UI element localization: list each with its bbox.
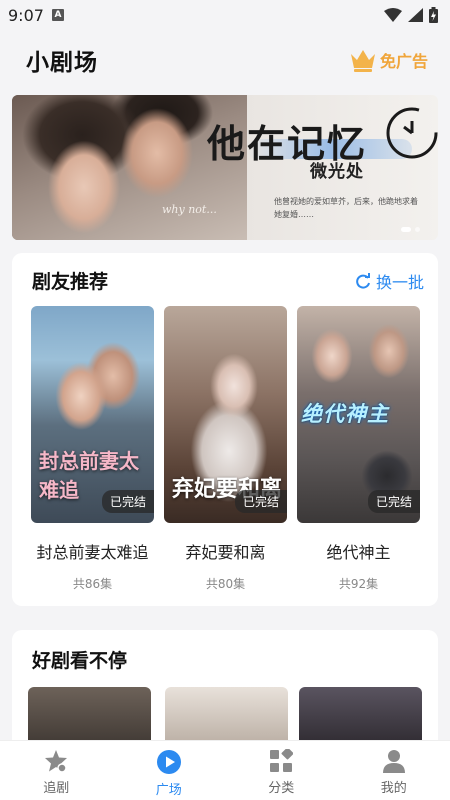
drama-poster[interactable] (299, 687, 422, 747)
featured-banner[interactable]: 他在记忆 微光处 why not... 他曾视她的爱如草芥，后来，他跪地求着她复… (12, 95, 438, 240)
drama-name: 封总前妻太难追 (36, 543, 149, 562)
person-icon (382, 750, 405, 773)
banner-pagination (401, 227, 420, 232)
header: 小剧场 免广告 (0, 36, 450, 84)
drama-item[interactable]: 绝代神主 已完结 绝代神主 共92集 (297, 306, 420, 592)
wifi-icon (384, 8, 402, 22)
clock-icon (386, 107, 438, 159)
refresh-button[interactable]: 换一批 (355, 269, 424, 293)
drama-episodes: 共92集 (338, 577, 379, 591)
battery-icon (429, 7, 438, 23)
signal-icon (408, 8, 423, 22)
nav-item-category[interactable]: 分类 (225, 741, 338, 800)
crown-icon (350, 50, 375, 72)
category-icon (270, 749, 294, 772)
ad-free-button[interactable]: 免广告 (349, 48, 428, 72)
status-badge: 已完结 (101, 490, 154, 513)
nav-label: 追剧 (43, 781, 70, 796)
banner-script-text: why not... (162, 203, 217, 216)
drama-poster[interactable] (165, 687, 288, 747)
drama-episodes: 共86集 (72, 577, 113, 591)
drama-poster: 封总前妻太难追 已完结 (31, 306, 154, 523)
banner-dot (401, 227, 411, 232)
play-icon (156, 750, 181, 774)
refresh-label: 换一批 (375, 273, 424, 292)
star-icon (45, 750, 68, 773)
nav-item-mine[interactable]: 我的 (338, 741, 450, 800)
banner-caption: 他曾视她的爱如草芥，后来，他跪地求着她复婚…… (274, 197, 418, 219)
refresh-icon (356, 273, 370, 289)
ad-free-label: 免广告 (379, 52, 428, 71)
nav-label: 我的 (380, 781, 407, 796)
banner-dot (415, 227, 420, 232)
recommend-title: 剧友推荐 (32, 271, 109, 293)
poster-title: 绝代神主 (301, 401, 389, 426)
nav-label: 广场 (155, 783, 182, 798)
banner-subtitle: 微光处 (310, 162, 364, 182)
status-time: 9:07 (8, 5, 44, 25)
drama-poster[interactable] (28, 687, 151, 747)
drama-poster: 绝代神主 已完结 (297, 306, 420, 523)
drama-episodes: 共80集 (205, 577, 246, 591)
nav-item-follow[interactable]: 追剧 (0, 741, 113, 800)
nav-label: 分类 (268, 781, 295, 796)
drama-name: 弃妃要和离 (185, 543, 266, 562)
bottom-nav: 追剧 广场 分类 我的 (0, 740, 450, 800)
status-icons (384, 7, 438, 23)
binge-title: 好剧看不停 (32, 650, 128, 672)
drama-poster: 弃妃要和离 已完结 (164, 306, 287, 523)
nav-item-plaza[interactable]: 广场 (113, 741, 226, 800)
page-title: 小剧场 (26, 50, 98, 76)
drama-item[interactable]: 弃妃要和离 已完结 弃妃要和离 共80集 (164, 306, 287, 592)
notification-icon: A (51, 9, 64, 21)
drama-item[interactable]: 封总前妻太难追 已完结 封总前妻太难追 共86集 (31, 306, 154, 592)
status-badge: 已完结 (367, 490, 420, 513)
status-badge: 已完结 (234, 490, 287, 513)
recommend-section: 剧友推荐 换一批 封总前妻太难追 已完结 封总前妻太难追 共86集 弃妃要和离 … (12, 253, 438, 606)
status-bar: 9:07 A (0, 0, 450, 30)
drama-name: 绝代神主 (326, 543, 391, 562)
